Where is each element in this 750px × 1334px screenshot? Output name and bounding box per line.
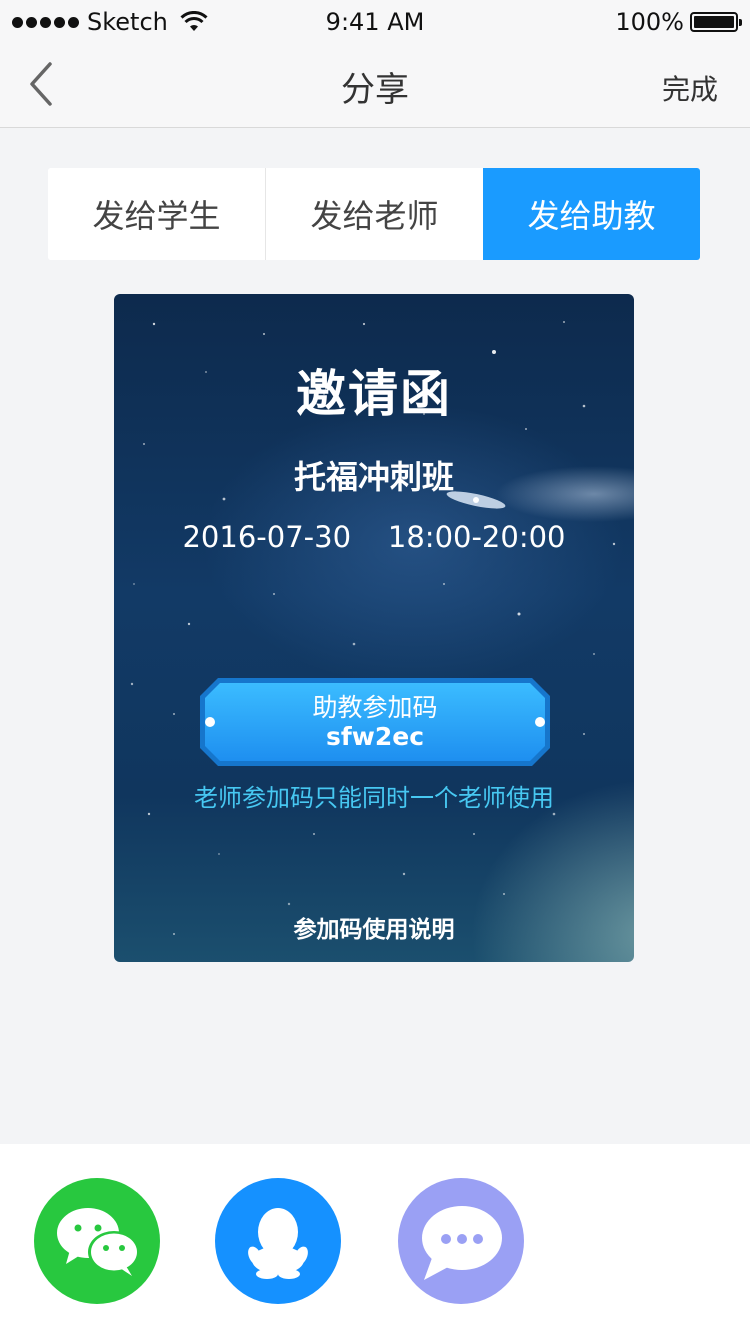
tab-send-to-students[interactable]: 发给学生 [48, 168, 265, 260]
status-right: 100% [615, 8, 742, 36]
share-message-button[interactable] [398, 1178, 524, 1304]
join-code-badge: 助教参加码 sfw2ec [198, 676, 552, 768]
tab-send-to-teachers[interactable]: 发给老师 [265, 168, 483, 260]
share-wechat-button[interactable] [34, 1178, 160, 1304]
navigation-bar: 分享 完成 [0, 40, 750, 128]
course-name: 托福冲刺班 [293, 458, 454, 496]
message-icon [422, 1206, 502, 1280]
status-bar: Sketch 9:41 AM 100% [0, 0, 750, 40]
code-label: 助教参加码 [312, 693, 438, 722]
code-usage-note: 老师参加码只能同时一个老师使用 [194, 784, 554, 812]
join-code-value: sfw2ec [325, 722, 425, 751]
invitation-title: 邀请函 [296, 365, 452, 423]
tab-send-to-assistants[interactable]: 发给助教 [483, 168, 700, 260]
share-bar [0, 1144, 750, 1334]
recipient-tabs: 发给学生 发给老师 发给助教 [48, 168, 700, 260]
share-qq-button[interactable] [215, 1178, 341, 1304]
battery-percentage: 100% [615, 8, 684, 36]
qq-icon [248, 1208, 308, 1279]
wechat-icon [57, 1208, 140, 1276]
page-title: 分享 [341, 70, 409, 110]
battery-icon [690, 12, 742, 32]
course-datetime: 2016-07-30 18:00-20:00 [182, 520, 566, 554]
done-button[interactable]: 完成 [662, 68, 718, 108]
invitation-card: 邀请函 托福冲刺班 2016-07-30 18:00-20:00 助教参加码 s… [114, 294, 634, 962]
code-help-link[interactable]: 参加码使用说明 [114, 910, 634, 944]
